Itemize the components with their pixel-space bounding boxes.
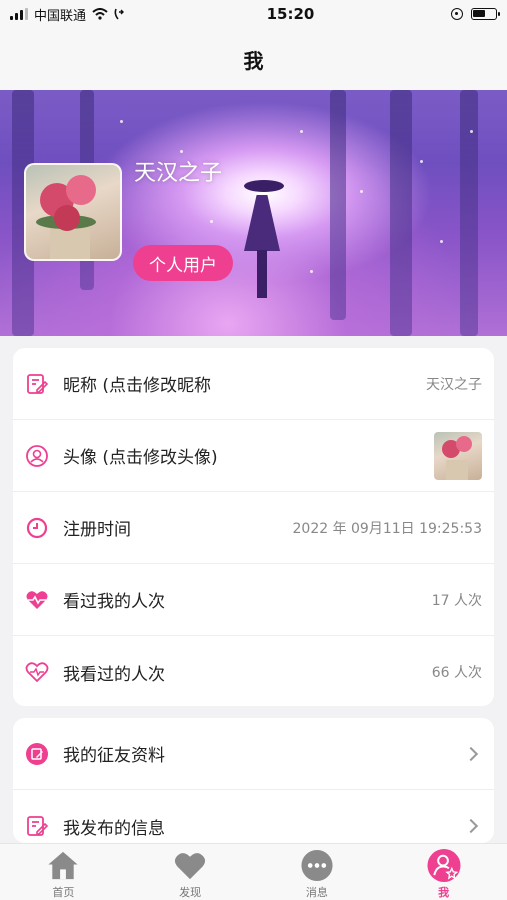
avatar[interactable]	[24, 163, 122, 261]
my-posts-label: 我发布的信息	[63, 818, 165, 839]
tab-discover[interactable]: 发现	[127, 844, 254, 900]
tab-me-label: 我	[438, 886, 450, 899]
actions-card: 我的征友资料 我发布的信息	[13, 718, 494, 843]
register-time-row: 注册时间 2022 年 09月11日 19:25:53	[13, 492, 494, 564]
visited-row[interactable]: 我看过的人次 66 人次	[13, 636, 494, 706]
heartbeat-icon	[26, 590, 48, 609]
person-star-icon	[427, 848, 461, 883]
chevron-right-icon	[463, 746, 479, 761]
heart-outline-icon	[25, 662, 49, 683]
visited-value: 66 人次	[431, 665, 482, 681]
call-forward-icon	[114, 8, 125, 20]
carrier-label: 中国联通	[34, 8, 87, 24]
wifi-icon	[92, 8, 108, 20]
orientation-lock-icon	[451, 8, 463, 20]
tab-messages-label: 消息	[305, 886, 328, 899]
my-dating-profile-label: 我的征友资料	[63, 746, 165, 766]
visited-label: 我看过的人次	[63, 664, 165, 685]
page-title: 我	[243, 48, 264, 73]
tab-messages[interactable]: 消息	[254, 844, 381, 900]
user-icon	[26, 444, 48, 467]
nav-bar: 我	[0, 28, 507, 90]
my-posts-row[interactable]: 我发布的信息	[13, 790, 494, 843]
nickname-row[interactable]: 昵称 (点击修改昵称 天汉之子	[13, 348, 494, 420]
banner-figure-legs	[257, 250, 267, 298]
user-type-badge[interactable]: 个人用户	[133, 245, 233, 281]
nickname-label: 昵称 (点击修改昵称	[63, 376, 212, 396]
visitors-row[interactable]: 看过我的人次 17 人次	[13, 564, 494, 636]
heart-icon	[175, 853, 206, 880]
chevron-right-icon	[463, 818, 479, 834]
visitors-label: 看过我的人次	[63, 592, 165, 612]
profile-info-card: 昵称 (点击修改昵称 天汉之子 头像 (点击修改头像) 注册时间 2022 年 …	[13, 348, 494, 706]
clock-icon	[26, 517, 48, 538]
tab-home[interactable]: 首页	[0, 844, 127, 900]
signal-icon	[10, 8, 28, 20]
status-time: 15:20	[266, 5, 315, 23]
edit-icon	[27, 373, 49, 394]
tab-discover-label: 发现	[179, 886, 202, 899]
my-dating-profile-row[interactable]: 我的征友资料	[13, 718, 494, 790]
chat-icon	[301, 849, 333, 882]
banner-figure-hat	[244, 180, 284, 192]
document-edit-icon	[27, 816, 49, 836]
register-time-label: 注册时间	[63, 520, 131, 540]
tab-me[interactable]: 我	[380, 844, 507, 900]
battery-icon	[471, 8, 500, 20]
nickname-value: 天汉之子	[426, 376, 482, 393]
avatar-row[interactable]: 头像 (点击修改头像)	[13, 420, 494, 492]
tab-home-label: 首页	[52, 886, 75, 899]
tab-bar: 首页 发现 消息 我	[0, 843, 507, 900]
profile-nickname: 天汉之子	[134, 161, 223, 186]
home-icon	[48, 851, 78, 880]
status-bar: 中国联通 15:20	[0, 0, 507, 28]
avatar-label: 头像 (点击修改头像)	[63, 448, 218, 468]
profile-edit-icon	[26, 742, 48, 765]
visitors-value: 17 人次	[431, 592, 482, 609]
avatar-thumbnail[interactable]	[434, 431, 482, 480]
register-time-value: 2022 年 09月11日 19:25:53	[292, 520, 483, 537]
